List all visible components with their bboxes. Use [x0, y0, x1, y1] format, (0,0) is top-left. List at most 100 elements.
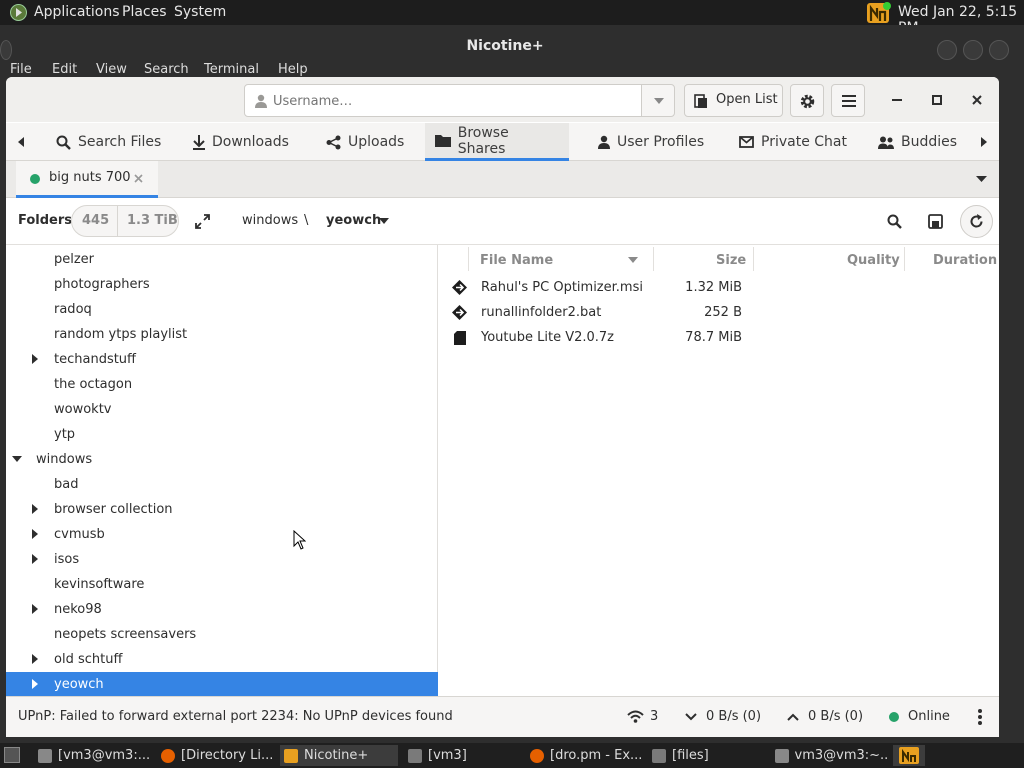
terminal-menu-help[interactable]: Help [278, 62, 308, 76]
taskbar-item[interactable]: [vm3@vm3:... [34, 745, 152, 766]
taskbar-item[interactable]: [vm3] [404, 745, 522, 766]
tab-private-chat[interactable]: Private Chat [729, 123, 857, 161]
wifi-icon[interactable] [627, 710, 644, 723]
tree-item[interactable]: random ytps playlist [6, 322, 438, 347]
tab-search-files[interactable]: Search Files [46, 123, 171, 161]
show-desktop-icon[interactable] [4, 747, 20, 763]
tree-item[interactable]: ytp [6, 422, 438, 447]
tab-label: Browse Shares [457, 124, 509, 157]
sort-descending-icon[interactable] [628, 257, 638, 263]
tree-item[interactable]: photographers [6, 272, 438, 297]
file-row[interactable]: Youtube Lite V2.0.7z 78.7 MiB [439, 325, 999, 350]
taskbar-item[interactable]: vm3@vm3:~... [771, 745, 889, 766]
save-icon[interactable] [928, 214, 943, 229]
user-tab-big-nuts-700[interactable]: big nuts 700 [16, 161, 158, 198]
tree-item[interactable]: cvmusb [6, 522, 438, 547]
tree-item[interactable]: yeowch [6, 672, 438, 697]
file-row[interactable]: runallinfolder2.bat 252 B [439, 300, 999, 325]
tab-browse-shares[interactable]: Browse Shares [425, 123, 569, 161]
terminal-menu-file[interactable]: File [10, 62, 32, 76]
column-header-duration[interactable]: Duration [933, 253, 997, 268]
refresh-button[interactable] [960, 205, 993, 238]
online-status[interactable]: Online [908, 709, 950, 724]
close-icon[interactable] [989, 40, 1009, 60]
places-menu[interactable]: Places [122, 4, 167, 20]
tree-item[interactable]: pelzer [6, 247, 438, 272]
minimize-icon[interactable] [892, 99, 902, 101]
expand-arrow-icon[interactable] [30, 504, 40, 514]
tab-buddies[interactable]: Buddies [868, 123, 967, 161]
tree-item[interactable]: isos [6, 547, 438, 572]
tree-item[interactable]: the octagon [6, 372, 438, 397]
tab-user-profiles[interactable]: User Profiles [588, 123, 714, 161]
applications-menu[interactable]: Applications [34, 4, 120, 20]
nicotine-icon [899, 747, 919, 764]
expand-arrow-icon[interactable] [30, 654, 40, 664]
terminal-menu-search[interactable]: Search [144, 62, 189, 76]
expand-arrow-icon[interactable] [30, 604, 40, 614]
gnome-foot-icon[interactable] [9, 3, 28, 22]
tree-item[interactable]: neko98 [6, 597, 438, 622]
minimize-icon[interactable] [937, 40, 957, 60]
collapse-arrow-icon[interactable] [12, 454, 22, 464]
taskbar-item[interactable]: [files] [648, 745, 766, 766]
open-list-button[interactable]: Open List [684, 84, 783, 117]
close-tab-icon[interactable] [134, 174, 143, 183]
firefox-icon [161, 748, 175, 763]
expand-arrow-icon[interactable] [30, 529, 40, 539]
tree-item[interactable]: neopets screensavers [6, 622, 438, 647]
nicotine-tray-icon[interactable] [866, 1, 892, 24]
tab-downloads[interactable]: Downloads [183, 123, 299, 161]
path-current[interactable]: yeowch [326, 213, 381, 228]
column-header-quality[interactable]: Quality [847, 253, 900, 268]
path-dropdown-icon[interactable] [379, 218, 389, 224]
tree-item[interactable]: kevinsoftware [6, 572, 438, 597]
taskbar-item[interactable]: [Directory Li... [157, 745, 275, 766]
tree-item[interactable]: techandstuff [6, 347, 438, 372]
window-menu-icon[interactable] [0, 40, 12, 60]
close-icon[interactable] [972, 95, 982, 105]
taskbar-item-label: vm3@vm3:~... [794, 748, 890, 763]
column-header-file-name[interactable]: File Name [480, 253, 553, 268]
column-header-size[interactable]: Size [716, 253, 746, 268]
more-options-icon[interactable] [978, 709, 982, 725]
username-input[interactable] [273, 90, 633, 112]
taskbar-item-label: [dro.pm - Ex... [550, 748, 643, 763]
expand-arrow-icon[interactable] [30, 354, 40, 364]
scroll-right-icon[interactable] [981, 137, 987, 147]
maximize-icon[interactable] [932, 95, 942, 105]
username-dropdown-button[interactable] [641, 84, 675, 117]
nicotine-launcher[interactable] [893, 745, 925, 766]
tree-item[interactable]: wowoktv [6, 397, 438, 422]
system-menu[interactable]: System [174, 4, 226, 20]
tab-uploads[interactable]: Uploads [316, 123, 414, 161]
upload-speed[interactable]: 0 B/s (0) [808, 709, 863, 724]
scroll-left-icon[interactable] [18, 137, 24, 147]
connection-count[interactable]: 3 [650, 709, 658, 724]
archive-icon [454, 331, 466, 345]
maximize-icon[interactable] [963, 40, 983, 60]
tabs-menu-chevron-icon[interactable] [976, 176, 987, 182]
expand-icon[interactable] [195, 214, 210, 229]
tree-item[interactable]: browser collection [6, 497, 438, 522]
path-parent[interactable]: windows [242, 213, 298, 228]
terminal-menu-edit[interactable]: Edit [52, 62, 77, 76]
tree-item[interactable]: bad [6, 472, 438, 497]
share-icon [326, 135, 341, 149]
tree-item[interactable]: windows [6, 447, 438, 472]
tree-item[interactable]: radoq [6, 297, 438, 322]
tree-item[interactable]: old schtuff [6, 647, 438, 672]
file-row[interactable]: Rahul's PC Optimizer.msi 1.32 MiB [439, 275, 999, 300]
main-menu-button[interactable] [831, 84, 865, 117]
username-entry[interactable] [244, 84, 642, 117]
terminal-menu-terminal[interactable]: Terminal [204, 62, 259, 76]
taskbar-item[interactable]: [dro.pm - Ex... [526, 745, 644, 766]
taskbar-item[interactable]: Nicotine+ [280, 745, 398, 766]
search-icon[interactable] [887, 214, 902, 229]
expand-arrow-icon[interactable] [30, 679, 40, 689]
folder-icon [652, 748, 666, 763]
terminal-menu-view[interactable]: View [96, 62, 127, 76]
expand-arrow-icon[interactable] [30, 554, 40, 564]
preferences-button[interactable] [790, 84, 824, 117]
download-speed[interactable]: 0 B/s (0) [706, 709, 761, 724]
